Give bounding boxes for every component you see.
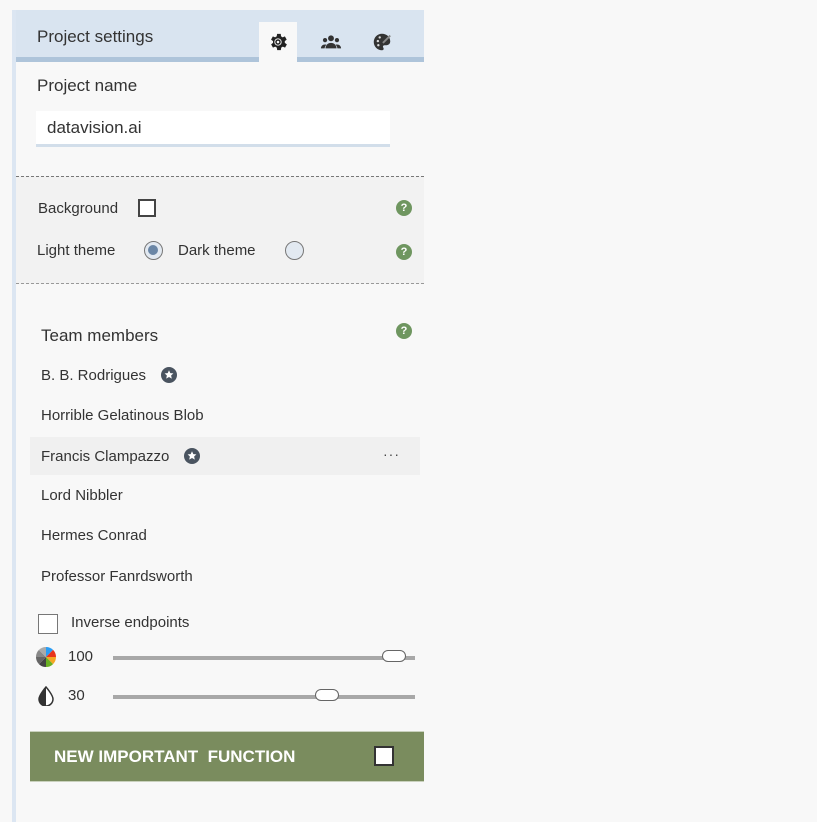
member-name: Professor Fanrdsworth — [41, 567, 193, 585]
opacity-slider-thumb[interactable] — [315, 689, 340, 701]
gear-icon — [271, 33, 287, 51]
star-badge-icon — [161, 367, 178, 383]
opacity-slider-track[interactable] — [113, 689, 415, 701]
team-icon — [320, 35, 342, 49]
tab-settings[interactable] — [259, 22, 297, 62]
panel-title: Project settings — [37, 27, 154, 46]
dark-theme-label: Dark theme — [178, 242, 256, 259]
more-options-button[interactable]: ··· — [383, 446, 400, 462]
member-name: Francis Clampazzo — [41, 447, 170, 465]
background-label: Background — [38, 200, 119, 217]
opacity-slider-row: 30 — [36, 684, 426, 708]
help-icon[interactable]: ? — [396, 244, 412, 260]
project-name-input[interactable] — [36, 111, 390, 147]
team-members-title: Team members — [41, 326, 159, 345]
member-name: B. B. Rodrigues — [41, 366, 147, 384]
team-member-item[interactable]: Hermes Conrad — [30, 516, 420, 554]
background-checkbox[interactable] — [138, 199, 156, 217]
project-name-label: Project name — [37, 76, 138, 95]
appearance-options: Background ? Light theme Dark theme ? — [16, 176, 424, 284]
inverse-endpoints-label: Inverse endpoints — [71, 614, 190, 631]
dark-theme-radio[interactable] — [285, 241, 304, 260]
color-wheel-icon — [36, 647, 56, 667]
new-important-function-label: NEW IMPORTANT FUNCTION — [54, 747, 296, 766]
help-icon[interactable]: ? — [396, 323, 412, 339]
team-member-item[interactable]: Horrible Gelatinous Blob — [30, 396, 420, 434]
new-important-function-bar[interactable]: NEW IMPORTANT FUNCTION — [30, 731, 424, 782]
member-name: Horrible Gelatinous Blob — [41, 406, 204, 424]
member-name: Hermes Conrad — [41, 526, 147, 544]
project-settings-panel: Project settings Project name Background… — [16, 10, 424, 822]
star-badge-icon — [184, 448, 201, 464]
light-theme-radio[interactable] — [144, 241, 163, 260]
member-name: Lord Nibbler — [41, 486, 123, 504]
inverse-endpoints-checkbox[interactable] — [38, 614, 58, 634]
color-slider-track[interactable] — [113, 650, 415, 662]
new-important-function-checkbox[interactable] — [374, 746, 394, 766]
team-member-item[interactable]: B. B. Rodrigues — [30, 356, 420, 394]
light-theme-label: Light theme — [37, 242, 116, 259]
opacity-slider-value: 30 — [68, 687, 85, 704]
tab-appearance[interactable] — [363, 22, 401, 62]
color-slider-row: 100 — [36, 645, 426, 669]
help-icon[interactable]: ? — [396, 200, 412, 216]
color-slider-value: 100 — [68, 648, 94, 665]
tab-team[interactable] — [312, 22, 350, 62]
team-member-item[interactable]: Francis Clampazzo ··· — [30, 437, 420, 475]
opacity-drop-icon — [38, 686, 54, 706]
color-slider-thumb[interactable] — [381, 650, 406, 662]
palette-icon — [373, 33, 391, 51]
team-member-item[interactable]: Professor Fanrdsworth — [30, 557, 420, 595]
panel-header: Project settings — [16, 10, 424, 62]
team-member-item[interactable]: Lord Nibbler — [30, 476, 420, 514]
